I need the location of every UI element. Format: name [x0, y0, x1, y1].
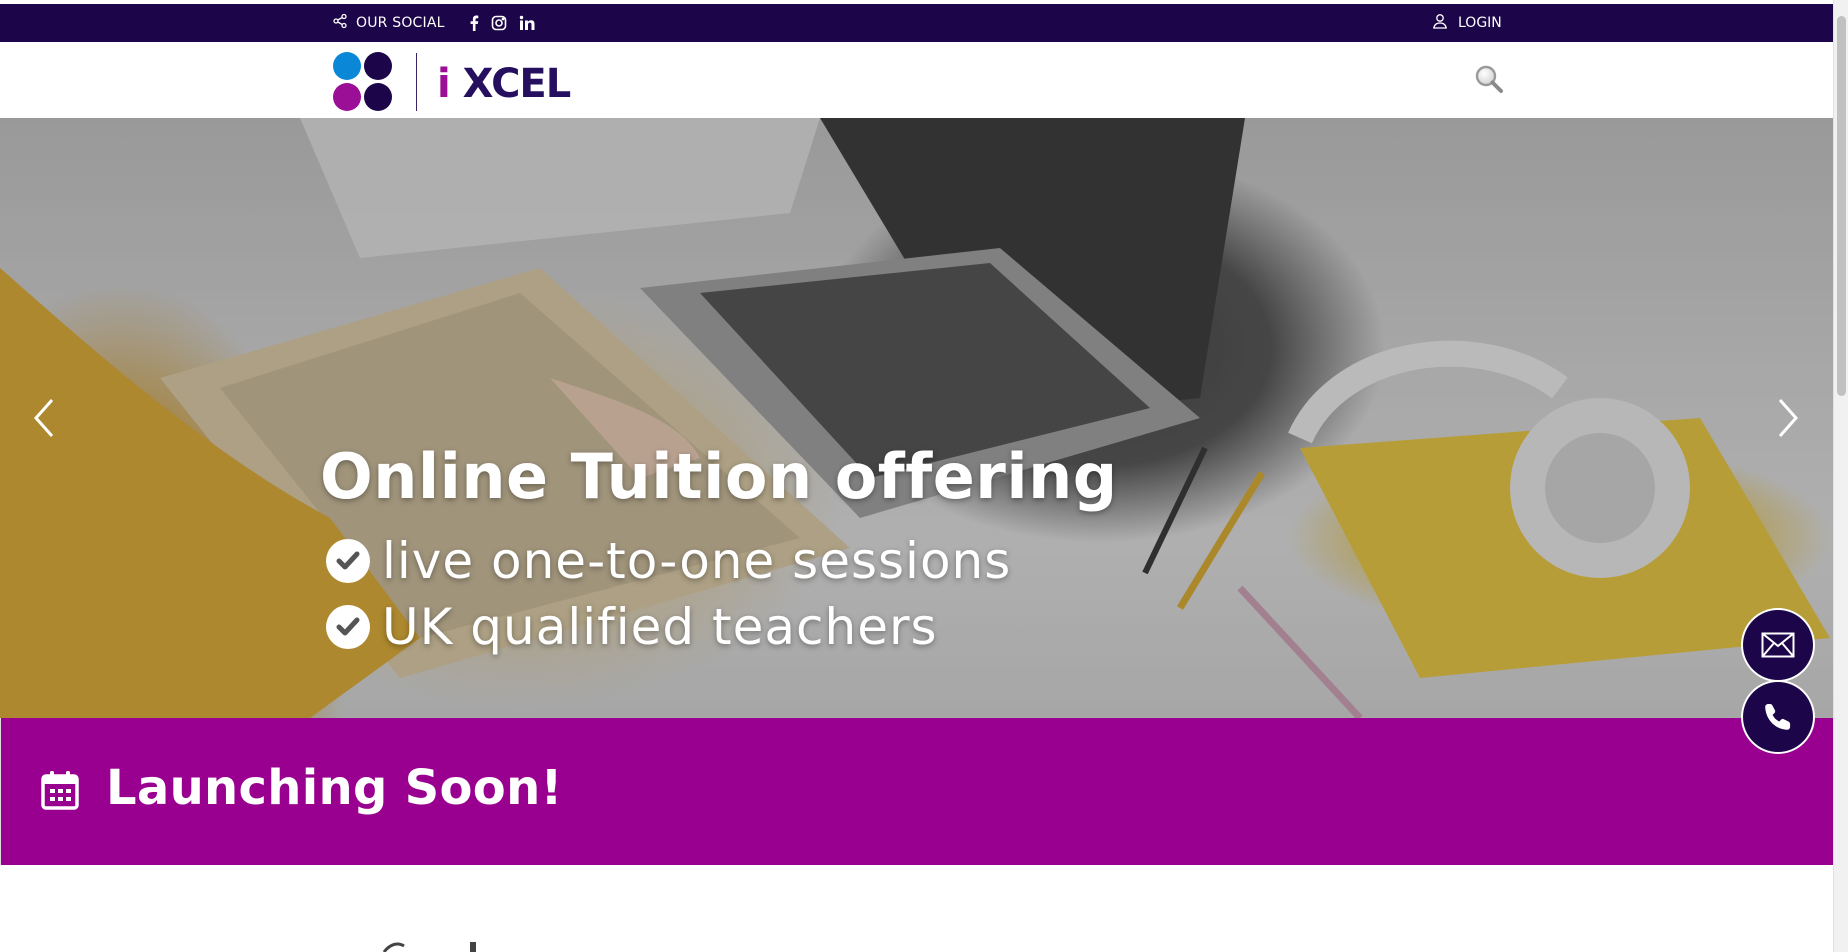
- site-logo[interactable]: i XCEL: [333, 52, 572, 112]
- chevron-left-icon: [33, 399, 54, 437]
- scrollbar-thumb[interactable]: [1837, 16, 1846, 396]
- search-button[interactable]: [1474, 64, 1506, 96]
- hero-bullet-text: live one-to-one sessions: [382, 532, 1012, 590]
- phone-icon: [1765, 704, 1791, 730]
- login-label: LOGIN: [1458, 15, 1502, 31]
- envelope-icon: [1761, 632, 1795, 658]
- check-circle-icon: [326, 605, 370, 649]
- logo-i: i: [437, 61, 451, 107]
- phone-button[interactable]: [1743, 682, 1813, 752]
- user-icon: [1432, 13, 1448, 33]
- social-icons: [469, 15, 535, 31]
- facebook-icon[interactable]: [469, 15, 479, 31]
- social-group: OUR SOCIAL: [332, 4, 535, 42]
- instagram-icon[interactable]: [491, 15, 507, 31]
- logo-divider: [416, 53, 417, 111]
- email-button[interactable]: [1743, 610, 1813, 680]
- next-section-heading-partial: [382, 942, 476, 952]
- logo-wordmark: i XCEL: [437, 61, 572, 107]
- logo-dots-icon: [333, 52, 395, 112]
- our-social-label: OUR SOCIAL: [356, 15, 445, 31]
- hero-bullet-text: UK qualified teachers: [382, 598, 938, 656]
- hero-slider: Online Tuition offering live one-to-one …: [0, 118, 1833, 718]
- logo-word: XCEL: [462, 61, 572, 107]
- chevron-right-icon: [1778, 399, 1799, 437]
- search-icon: [1475, 65, 1503, 93]
- banner-title: Launching Soon!: [106, 760, 563, 816]
- linkedin-icon[interactable]: [519, 15, 535, 31]
- check-circle-icon: [326, 539, 370, 583]
- top-bar: OUR SOCIAL LOGIN: [0, 4, 1833, 42]
- hero-bullet-item: live one-to-one sessions: [326, 532, 1011, 590]
- login-link[interactable]: LOGIN: [1432, 4, 1502, 42]
- prev-slide-button[interactable]: [30, 396, 60, 440]
- hero-bullet-item: UK qualified teachers: [326, 598, 938, 656]
- share-icon: [332, 13, 348, 33]
- site-header: i XCEL: [0, 42, 1833, 118]
- page-scrollbar[interactable]: [1833, 0, 1848, 952]
- launching-banner: Launching Soon!: [0, 718, 1834, 865]
- calendar-icon: [41, 770, 79, 810]
- hero-title: Online Tuition offering: [320, 440, 1118, 513]
- next-slide-button[interactable]: [1772, 396, 1802, 440]
